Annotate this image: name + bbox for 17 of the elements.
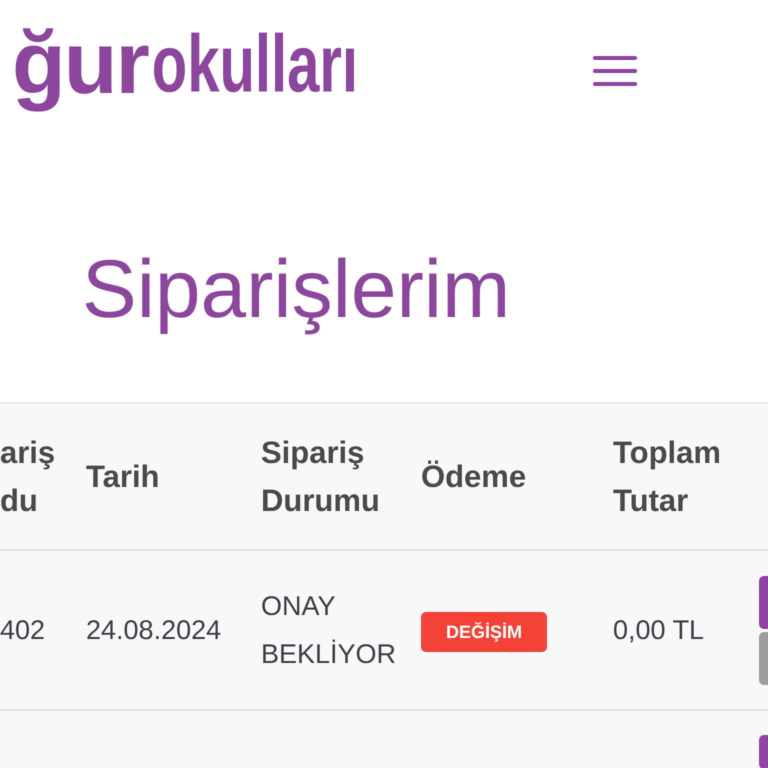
table-cell-text: 24.08.2024 <box>86 614 222 647</box>
payment-badge: DEĞİŞİM <box>421 612 548 652</box>
column-header: Sipariş Durumu <box>261 434 381 520</box>
logo-suffix: okulları <box>152 18 358 112</box>
table-cell-text: 0,00 TL <box>613 614 706 647</box>
page-title: Siparişlerim <box>82 243 510 337</box>
action-button[interactable] <box>759 576 768 628</box>
menu-icon <box>593 56 637 86</box>
logo-name: ğur <box>12 12 148 114</box>
column-header: ariş du <box>0 434 56 520</box>
action-button[interactable] <box>759 735 768 768</box>
table-cell-text: 402 <box>0 614 46 647</box>
table-cell-text: ONAY BEKLİYOR <box>261 590 398 671</box>
column-header: Toplam Tutar <box>613 434 722 520</box>
column-header: Ödeme <box>421 458 528 496</box>
menu-button[interactable] <box>593 56 637 86</box>
column-header: Tarih <box>86 458 160 496</box>
